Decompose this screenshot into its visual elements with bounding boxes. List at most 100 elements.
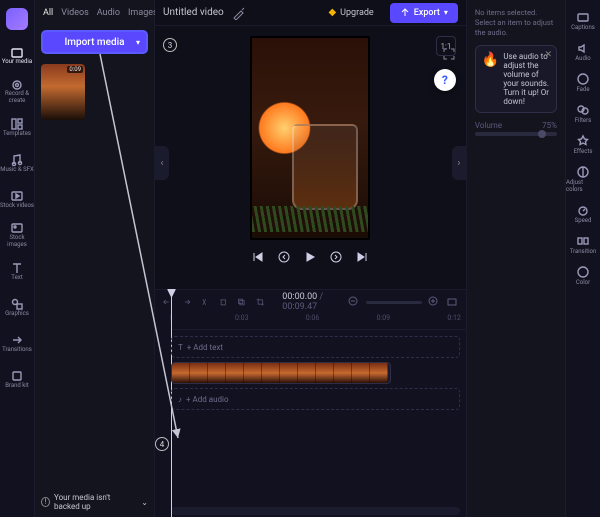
skip-end-icon[interactable] bbox=[355, 250, 369, 264]
close-icon[interactable]: ✕ bbox=[544, 50, 552, 60]
redo-icon[interactable] bbox=[182, 296, 191, 308]
toolrail-label: Graphics bbox=[5, 311, 29, 318]
toolrail-label: Text bbox=[11, 275, 22, 282]
toolrail-music-sfx[interactable]: Music & SFX bbox=[0, 146, 34, 180]
upgrade-label: Upgrade bbox=[340, 8, 374, 18]
toolrail-templates[interactable]: Templates bbox=[0, 110, 34, 144]
autocompose-icon[interactable] bbox=[232, 6, 246, 20]
media-thumbs: 0:09 bbox=[35, 58, 154, 126]
rtool-captions[interactable]: Captions bbox=[566, 6, 600, 35]
import-media-label: Import media bbox=[64, 37, 124, 48]
timeline-toolbar: 00:00.00 / 00:09.47 bbox=[155, 290, 466, 314]
tracks-container: T+ Add text ♪+ Add audio bbox=[155, 330, 466, 505]
media-thumbnail[interactable]: 0:09 bbox=[41, 64, 85, 120]
delete-icon[interactable] bbox=[219, 296, 228, 308]
audio-track[interactable]: ♪+ Add audio bbox=[171, 388, 460, 410]
step-badge-4: 4 bbox=[155, 437, 169, 451]
export-label: Export bbox=[414, 8, 440, 18]
panel-collapse-right[interactable]: › bbox=[452, 146, 466, 180]
media-tab-all[interactable]: All bbox=[43, 8, 53, 18]
chevron-down-icon: ▾ bbox=[444, 8, 448, 17]
adjust-icon bbox=[576, 165, 590, 179]
time-total: 00:09.47 bbox=[282, 302, 317, 312]
timeline: 00:00.00 / 00:09.47 | 0:03 0:06 0:09 0:1… bbox=[155, 289, 466, 517]
fullscreen-icon[interactable] bbox=[442, 47, 456, 61]
rtool-fade[interactable]: Fade bbox=[566, 68, 600, 97]
crop-icon[interactable] bbox=[256, 296, 265, 308]
panel-collapse-left[interactable]: ‹ bbox=[155, 146, 169, 180]
slider-knob[interactable] bbox=[538, 130, 546, 138]
timeline-position: 00:00.00 / 00:09.47 bbox=[282, 292, 338, 312]
topbar: Untitled video ◆ Upgrade Export ▾ bbox=[155, 0, 466, 26]
project-title[interactable]: Untitled video bbox=[163, 7, 224, 18]
rtool-transition[interactable]: Transition bbox=[566, 230, 600, 259]
ruler-tick: 0:03 bbox=[235, 314, 249, 322]
timeline-ruler[interactable]: | 0:03 0:06 0:09 0:12 bbox=[171, 314, 466, 330]
rtool-effects[interactable]: Effects bbox=[566, 130, 600, 159]
backup-warning-text: Your media isn't backed up bbox=[54, 493, 137, 511]
export-button[interactable]: Export ▾ bbox=[390, 3, 458, 23]
tip-card: 🔥 Use audio to adjust the volume of your… bbox=[475, 45, 557, 113]
step-forward-icon[interactable] bbox=[329, 250, 343, 264]
import-media-button[interactable]: Import media ▾ bbox=[41, 30, 148, 54]
toolrail-brand-kit[interactable]: Brand kit bbox=[0, 362, 34, 396]
diamond-icon: ◆ bbox=[328, 7, 336, 18]
toolrail-transitions[interactable]: Transitions bbox=[0, 326, 34, 360]
rtool-filters[interactable]: Filters bbox=[566, 99, 600, 128]
rtool-speed[interactable]: Speed bbox=[566, 199, 600, 228]
audio-icon bbox=[576, 41, 590, 55]
split-icon[interactable] bbox=[200, 296, 209, 308]
video-icon bbox=[10, 189, 24, 203]
toolrail-label: Stock videos bbox=[0, 203, 34, 210]
rtool-audio[interactable]: Audio bbox=[566, 37, 600, 66]
folder-media-icon bbox=[10, 45, 24, 59]
toolrail-graphics[interactable]: Graphics bbox=[0, 290, 34, 324]
volume-slider[interactable] bbox=[475, 132, 557, 136]
camera-icon bbox=[10, 77, 24, 91]
video-preview[interactable] bbox=[250, 36, 370, 240]
left-toolrail: Your media Record & create Templates Mus… bbox=[0, 0, 35, 517]
video-track-clip[interactable] bbox=[171, 362, 391, 384]
media-tab-images[interactable]: Images bbox=[128, 8, 158, 18]
toolrail-your-media[interactable]: Your media bbox=[0, 38, 34, 72]
filters-icon bbox=[576, 103, 590, 117]
image-icon bbox=[10, 221, 24, 235]
toolrail-stock-images[interactable]: Stock images bbox=[0, 218, 34, 252]
zoom-in-icon[interactable] bbox=[428, 296, 440, 308]
timeline-scrollbar[interactable] bbox=[171, 507, 460, 515]
step-back-icon[interactable] bbox=[277, 250, 291, 264]
chevron-down-icon: ⌄ bbox=[141, 498, 148, 507]
timeline-zoom bbox=[348, 296, 458, 308]
media-tab-audio[interactable]: Audio bbox=[97, 8, 120, 18]
toolrail-label: Your media bbox=[2, 59, 32, 66]
toolrail-label: Music & SFX bbox=[0, 167, 34, 174]
fit-icon[interactable] bbox=[446, 296, 458, 308]
rtool-adjust-colors[interactable]: Adjust colors bbox=[566, 161, 600, 197]
text-track[interactable]: T+ Add text bbox=[171, 336, 460, 358]
toolrail-label: Record & create bbox=[0, 91, 34, 104]
rtool-color[interactable]: Color bbox=[566, 261, 600, 290]
templates-icon bbox=[10, 117, 24, 131]
media-tab-videos[interactable]: Videos bbox=[61, 8, 89, 18]
thumbnail-duration: 0:09 bbox=[67, 66, 83, 73]
stage: Untitled video ◆ Upgrade Export ▾ 3 1:1 … bbox=[155, 0, 466, 517]
zoom-slider[interactable] bbox=[366, 301, 422, 304]
duplicate-icon[interactable] bbox=[237, 296, 246, 308]
app-logo[interactable] bbox=[6, 8, 28, 30]
toolrail-text[interactable]: Text bbox=[0, 254, 34, 288]
backup-warning[interactable]: ! Your media isn't backed up ⌄ bbox=[41, 493, 148, 511]
right-toolrail: Captions Audio Fade Filters Effects Adju… bbox=[565, 0, 600, 517]
ruler-tick: 0:12 bbox=[447, 314, 461, 322]
zoom-out-icon[interactable] bbox=[348, 296, 360, 308]
help-button[interactable]: ? bbox=[434, 69, 456, 91]
text-track-placeholder: + Add text bbox=[187, 343, 223, 352]
color-icon bbox=[576, 265, 590, 279]
upgrade-button[interactable]: ◆ Upgrade bbox=[318, 3, 383, 23]
chevron-down-icon: ▾ bbox=[136, 38, 140, 47]
skip-start-icon[interactable] bbox=[251, 250, 265, 264]
ruler-tick: 0:06 bbox=[306, 314, 320, 322]
preview-area: 3 1:1 ‹ › ? bbox=[155, 26, 466, 289]
toolrail-stock-videos[interactable]: Stock videos bbox=[0, 182, 34, 216]
play-icon[interactable] bbox=[303, 250, 317, 264]
toolrail-record-create[interactable]: Record & create bbox=[0, 74, 34, 108]
